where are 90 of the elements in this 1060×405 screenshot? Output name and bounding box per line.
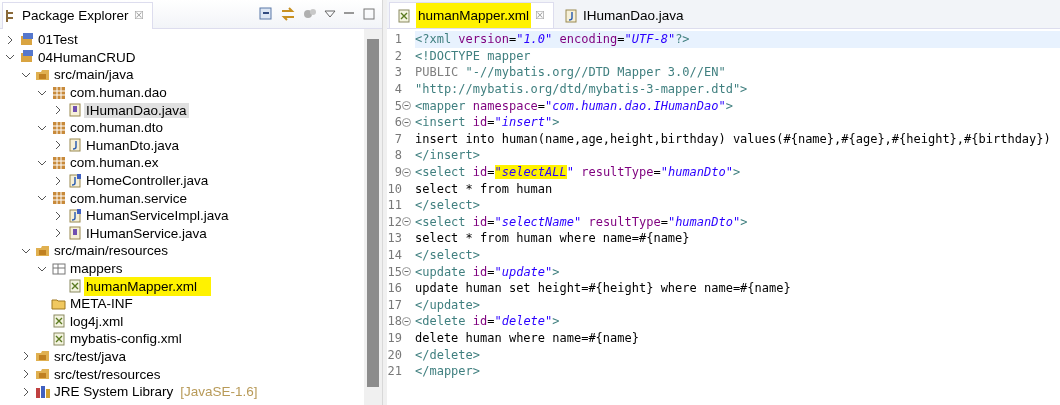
code-line: <insert id="insert">: [415, 114, 561, 131]
fold-icon[interactable]: [402, 167, 411, 177]
package-icon: [51, 190, 67, 207]
tree-item[interactable]: HumanDto.java: [84, 137, 182, 153]
line-number: 1: [394, 32, 402, 47]
package-icon: [51, 84, 67, 101]
tree-item[interactable]: humanMapper.xml: [84, 276, 212, 296]
code-line: <delete id="delete">: [415, 313, 561, 330]
line-number: 21: [387, 364, 402, 379]
code-line: </update>: [415, 296, 482, 314]
line-number: 12: [387, 214, 402, 229]
tree-item[interactable]: src/test/java: [52, 349, 129, 364]
source-folder-icon: [35, 67, 51, 83]
code-line: select * from human: [415, 180, 554, 197]
tree-item[interactable]: META-INF: [68, 296, 135, 312]
code-line: PUBLIC "-//mybatis.org//DTD Mapper 3.0//EN": [415, 64, 727, 81]
tree-item[interactable]: 04HumanCRUD: [36, 49, 138, 65]
tree-item[interactable]: com.human.service: [68, 190, 190, 206]
line-number: 8: [394, 148, 402, 163]
code-line: </insert>: [415, 147, 482, 164]
code-line: select * from human where name=#{name}: [415, 230, 691, 247]
xml-icon: [67, 278, 83, 295]
line-number: 14: [387, 248, 402, 262]
tree-item[interactable]: IHumanDao.java: [84, 102, 189, 118]
tree-item[interactable]: com.human.dao: [68, 85, 169, 101]
code-line: <select id="selectALL" resultType="humanDto">: [415, 164, 742, 181]
fold-icon[interactable]: [402, 316, 411, 326]
fold-icon[interactable]: [402, 117, 411, 127]
library-icon: [35, 383, 51, 400]
fold-icon[interactable]: [402, 267, 411, 277]
line-number: 16: [387, 281, 402, 296]
code-line: <mapper namespace="com.human.dao.IHumanDao">: [415, 97, 734, 114]
tree-item[interactable]: src/main/resources: [52, 243, 171, 259]
line-number: 20: [387, 347, 402, 362]
tree-item[interactable]: log4j.xml: [68, 313, 126, 329]
line-number: 17: [387, 297, 402, 312]
tree-item[interactable]: HomeController.java: [84, 173, 211, 189]
tree-item[interactable]: com.human.ex: [68, 155, 161, 171]
line-number: 13: [387, 231, 402, 246]
code-line: </select>: [415, 197, 482, 214]
tree-item[interactable]: src/test/resources: [52, 366, 163, 382]
code-line: </mapper>: [415, 363, 482, 380]
package-icon: [51, 119, 67, 136]
fold-icon[interactable]: [402, 217, 411, 227]
tree-item[interactable]: src/main/java: [52, 67, 136, 83]
line-number: 18: [387, 314, 402, 329]
fold-icon[interactable]: [402, 101, 411, 111]
line-number: 6: [394, 115, 402, 130]
tree-item[interactable]: 01Test: [36, 32, 80, 48]
line-number: 19: [387, 331, 402, 345]
xml-icon: [51, 313, 67, 330]
view-menu-icon[interactable]: [324, 9, 336, 19]
package-icon: [51, 154, 67, 171]
editor-tab[interactable]: IHumanDao.java: [556, 2, 693, 28]
line-number: 5: [394, 98, 402, 113]
line-number: 10: [387, 181, 402, 196]
collapse-all-icon[interactable]: [258, 6, 274, 22]
line-number: 7: [394, 131, 402, 146]
line-number: 15: [387, 264, 402, 279]
code-line: <select id="selectName" resultType="humanDto">: [415, 213, 749, 231]
link-arrows-icon[interactable]: [280, 6, 296, 22]
xml-icon: [396, 7, 412, 24]
class-icon: [67, 137, 83, 154]
code-line: "http://mybatis.org/dtd/mybatis-3-mapper.dtd">: [415, 81, 749, 98]
tree-item[interactable]: mappers: [68, 261, 125, 276]
line-number: 9: [394, 165, 402, 180]
code-line: </select>: [415, 247, 482, 264]
class-icon: [563, 7, 580, 24]
tree-item[interactable]: IHumanService.java: [84, 225, 209, 241]
project-icon: [19, 31, 35, 48]
tree-item[interactable]: HumanServiceImpl.java: [84, 208, 231, 224]
folder-package-icon: [51, 260, 67, 277]
code-line: </delete>: [415, 346, 482, 363]
xml-icon: [51, 330, 67, 347]
line-number: 2: [394, 48, 402, 63]
code-line: update human set height=#{height} where name=#{name}: [415, 280, 792, 297]
line-number: 4: [394, 82, 402, 97]
tree-item[interactable]: com.human.dto: [68, 120, 166, 136]
view-title[interactable]: Package Explorer: [22, 8, 129, 23]
line-number: 3: [394, 65, 402, 80]
code-line: insert into human(name,age,height,birthday) values(#{name},#{age},#{height},#{birthday}): [415, 130, 1052, 148]
editor-tab[interactable]: humanMapper.xml ☒: [389, 2, 555, 28]
code-line: <update id="update">: [415, 263, 561, 280]
code-line: delete human where name=#{name}: [415, 330, 640, 347]
tree-item[interactable]: JRE System Library: [52, 384, 176, 400]
version-label: [JavaSE-1.6]: [180, 384, 258, 400]
code-line: <!DOCTYPE mapper: [415, 47, 532, 65]
line-number: 11: [387, 198, 402, 213]
tree-item[interactable]: mybatis-config.xml: [68, 331, 184, 347]
scrollbar[interactable]: [364, 29, 382, 405]
